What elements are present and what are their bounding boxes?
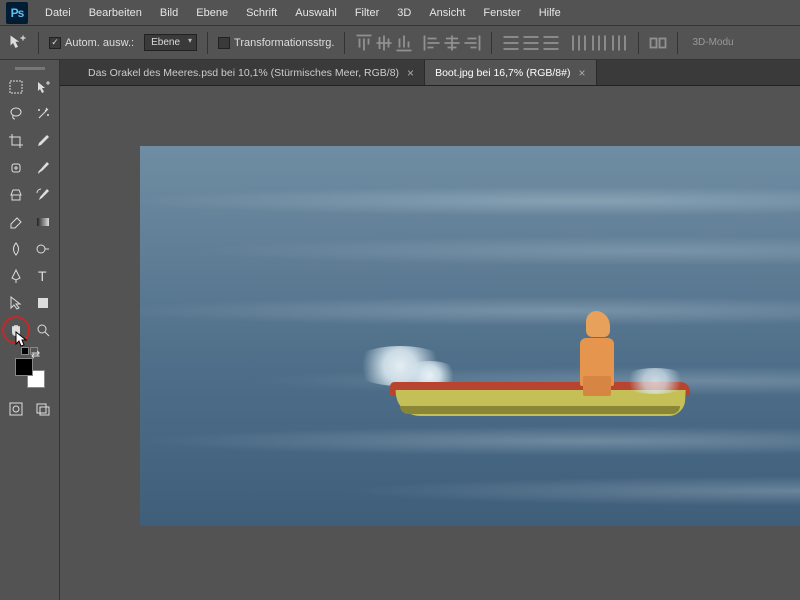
workspace: T ⇄ (0, 60, 800, 600)
distribute-group-1 (502, 34, 560, 52)
spot-heal-tool[interactable] (3, 155, 29, 181)
checkbox-icon (218, 37, 230, 49)
menu-type[interactable]: Schrift (237, 7, 286, 19)
align-top-icon[interactable] (355, 34, 373, 52)
menu-select[interactable]: Auswahl (286, 7, 346, 19)
brush-tool[interactable] (30, 155, 56, 181)
menu-filter[interactable]: Filter (346, 7, 388, 19)
menu-view[interactable]: Ansicht (420, 7, 474, 19)
history-brush-tool[interactable] (30, 182, 56, 208)
separator (344, 32, 345, 54)
separator (38, 32, 39, 54)
document-tab[interactable]: Boot.jpg bei 16,7% (RGB/8#) × (425, 60, 596, 85)
dist-right-icon[interactable] (610, 34, 628, 52)
align-left-icon[interactable] (423, 34, 441, 52)
menu-window[interactable]: Fenster (474, 7, 529, 19)
foreground-swatch[interactable] (15, 358, 33, 376)
mode-label: 3D-Modu (692, 37, 733, 48)
options-bar: Autom. ausw.: Ebene Transformationsstrg.… (0, 26, 800, 60)
shape-tool[interactable] (30, 290, 56, 316)
eyedropper-tool[interactable] (30, 128, 56, 154)
align-vcenter-icon[interactable] (375, 34, 393, 52)
align-group-1 (355, 34, 413, 52)
move-tool[interactable] (30, 74, 56, 100)
transform-label: Transformationsstrg. (234, 37, 334, 49)
eraser-tool[interactable] (3, 209, 29, 235)
close-icon[interactable]: × (407, 66, 414, 80)
menu-edit[interactable]: Bearbeiten (80, 7, 151, 19)
close-icon[interactable]: × (578, 66, 585, 80)
toolbox: T ⇄ (0, 60, 60, 600)
separator (207, 32, 208, 54)
document-tabs: Das Orakel des Meeres.psd bei 10,1% (Stü… (60, 60, 800, 86)
menu-file[interactable]: Datei (36, 7, 80, 19)
quickmask-tool[interactable] (3, 396, 29, 422)
path-select-tool[interactable] (3, 290, 29, 316)
separator (638, 32, 639, 54)
marquee-tool[interactable] (3, 74, 29, 100)
gradient-tool[interactable] (30, 209, 56, 235)
toolbox-collapse-icon[interactable] (2, 64, 58, 72)
auto-align-icon[interactable] (649, 34, 667, 52)
menu-image[interactable]: Bild (151, 7, 187, 19)
menu-3d[interactable]: 3D (388, 7, 420, 19)
crop-tool[interactable] (3, 128, 29, 154)
editor-area: Das Orakel des Meeres.psd bei 10,1% (Stü… (60, 60, 800, 600)
separator (677, 32, 678, 54)
align-right-icon[interactable] (463, 34, 481, 52)
swap-colors-icon[interactable]: ⇄ (30, 347, 38, 355)
clone-stamp-tool[interactable] (3, 182, 29, 208)
svg-text:T: T (38, 268, 47, 284)
auto-select-label: Autom. ausw.: (65, 37, 134, 49)
magic-wand-tool[interactable] (30, 101, 56, 127)
document-tab[interactable]: Das Orakel des Meeres.psd bei 10,1% (Stü… (78, 60, 425, 85)
auto-select-checkbox[interactable]: Autom. ausw.: (49, 37, 134, 49)
align-group-2 (423, 34, 481, 52)
distribute-group-2 (570, 34, 628, 52)
checkbox-icon (49, 37, 61, 49)
dist-hcenter-icon[interactable] (590, 34, 608, 52)
align-hcenter-icon[interactable] (443, 34, 461, 52)
tab-label: Das Orakel des Meeres.psd bei 10,1% (Stü… (88, 67, 399, 79)
dist-bottom-icon[interactable] (542, 34, 560, 52)
pen-tool[interactable] (3, 263, 29, 289)
menu-help[interactable]: Hilfe (530, 7, 570, 19)
menu-layer[interactable]: Ebene (187, 7, 237, 19)
tab-label: Boot.jpg bei 16,7% (RGB/8#) (435, 67, 570, 79)
dist-top-icon[interactable] (502, 34, 520, 52)
blur-tool[interactable] (3, 236, 29, 262)
separator (491, 32, 492, 54)
color-swatches: ⇄ (2, 347, 57, 388)
lasso-tool[interactable] (3, 101, 29, 127)
canvas-image (140, 146, 800, 526)
move-tool-icon[interactable] (8, 33, 28, 53)
hand-tool[interactable] (3, 317, 29, 343)
screenmode-tool[interactable] (30, 396, 56, 422)
zoom-tool[interactable] (30, 317, 56, 343)
menu-bar: Ps Datei Bearbeiten Bild Ebene Schrift A… (0, 0, 800, 26)
align-bottom-icon[interactable] (395, 34, 413, 52)
cursor-arrow-icon (15, 331, 29, 352)
canvas-area[interactable] (60, 86, 800, 600)
dodge-tool[interactable] (30, 236, 56, 262)
dist-left-icon[interactable] (570, 34, 588, 52)
swatch-stack[interactable] (15, 358, 45, 388)
dist-vcenter-icon[interactable] (522, 34, 540, 52)
target-dropdown[interactable]: Ebene (144, 34, 197, 51)
type-tool[interactable]: T (30, 263, 56, 289)
app-logo: Ps (6, 2, 28, 24)
transform-checkbox[interactable]: Transformationsstrg. (218, 37, 334, 49)
